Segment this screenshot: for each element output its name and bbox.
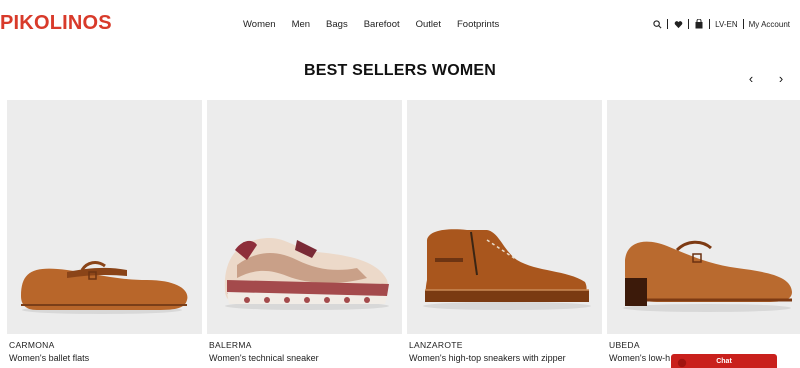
chat-button[interactable]: Chat [671, 354, 777, 368]
site-header: PIKOLINOS Women Men Bags Barefoot Outlet… [0, 0, 800, 50]
product-name: CARMONA [9, 340, 55, 350]
divider [667, 19, 669, 29]
bag-icon[interactable] [694, 19, 704, 29]
nav-item-footprints[interactable]: Footprints [457, 19, 499, 30]
product-description: Women's technical sneaker [209, 353, 319, 363]
product-image[interactable] [407, 100, 602, 334]
nav-item-bags[interactable]: Bags [326, 19, 348, 30]
main-nav: Women Men Bags Barefoot Outlet Footprint… [243, 19, 499, 30]
carousel-arrows: ‹ › [746, 72, 786, 86]
product-description: Women's low-h [609, 353, 671, 363]
heart-icon[interactable] [673, 19, 683, 29]
product-image[interactable] [607, 100, 800, 334]
locale-selector[interactable]: LV-EN [715, 20, 738, 29]
nav-item-women[interactable]: Women [243, 19, 276, 30]
product-card[interactable]: CARMONA Women's ballet flats [7, 100, 202, 368]
chat-label: Chat [716, 358, 732, 365]
nav-item-outlet[interactable]: Outlet [416, 19, 441, 30]
product-image[interactable] [7, 100, 202, 334]
carousel-next-button[interactable]: › [776, 72, 786, 86]
product-description: Women's high-top sneakers with zipper [409, 353, 566, 363]
product-card[interactable]: BALERMA Women's technical sneaker [207, 100, 402, 368]
nav-item-barefoot[interactable]: Barefoot [364, 19, 400, 30]
my-account-link[interactable]: My Account [749, 20, 790, 29]
product-image[interactable] [207, 100, 402, 334]
product-card[interactable]: LANZAROTE Women's high-top sneakers with… [407, 100, 602, 368]
product-name: UBEDA [609, 340, 640, 350]
chat-icon [677, 358, 687, 368]
brand-logo[interactable]: PIKOLINOS [0, 12, 112, 35]
divider [709, 19, 711, 29]
product-name: LANZAROTE [409, 340, 463, 350]
divider [688, 19, 690, 29]
product-card[interactable]: UBEDA Women's low-h [607, 100, 800, 368]
section-title: BEST SELLERS WOMEN [303, 62, 497, 79]
product-description: Women's ballet flats [9, 353, 90, 363]
nav-item-men[interactable]: Men [292, 19, 310, 30]
carousel-prev-button[interactable]: ‹ [746, 72, 756, 86]
product-name: BALERMA [209, 340, 252, 350]
product-carousel: CARMONA Women's ballet flats BALERMA Wom [7, 100, 800, 368]
divider [742, 19, 744, 29]
search-icon[interactable] [652, 19, 662, 29]
header-utilities: LV-EN My Account [652, 19, 790, 29]
